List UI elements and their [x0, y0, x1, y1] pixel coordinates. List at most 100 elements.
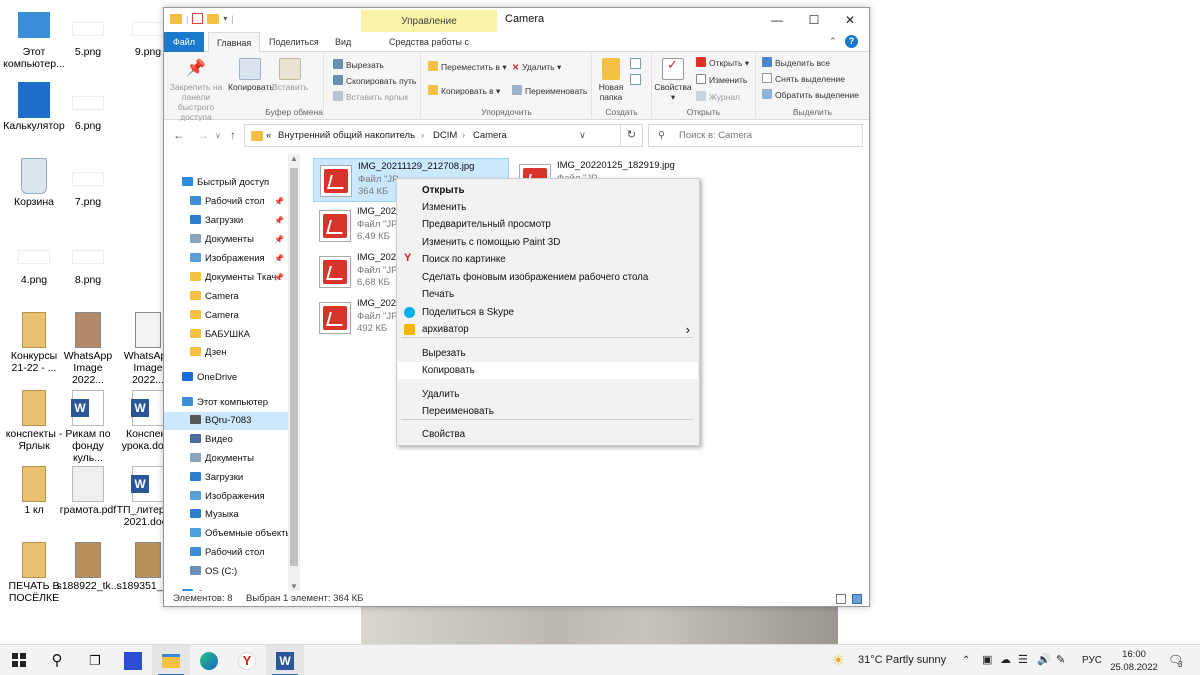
nav-item[interactable]: Документы Ткач 📌 — [164, 269, 288, 287]
context-menu-item[interactable]: Открыть — [398, 182, 698, 199]
context-menu-item[interactable]: Поделиться в Skype — [398, 304, 698, 321]
context-menu-item[interactable]: Удалить — [398, 386, 698, 403]
start-button[interactable] — [0, 645, 38, 675]
new-folder-icon[interactable] — [207, 13, 220, 24]
weather-icon[interactable]: ☀ — [832, 645, 845, 675]
customize-qat-icon[interactable]: ▾ — [223, 14, 227, 23]
properties-icon[interactable] — [192, 13, 204, 24]
details-view-icon[interactable] — [836, 594, 846, 604]
navigation-scrollbar[interactable]: ▲ ▼ — [288, 154, 300, 591]
forward-arrow-icon[interactable]: → — [197, 128, 209, 142]
address-dropdown-icon[interactable]: ∨ — [579, 125, 586, 146]
recent-locations-icon[interactable]: ∨ — [215, 131, 221, 140]
edit-button[interactable]: Изменить — [696, 73, 747, 87]
scroll-down-icon[interactable]: ▼ — [290, 582, 298, 591]
tab-home[interactable]: Главная — [208, 32, 261, 53]
nav-item[interactable]: Этот компьютер — [164, 394, 288, 412]
scroll-up-icon[interactable]: ▲ — [290, 154, 298, 163]
context-menu-item[interactable]: Вырезать — [398, 345, 698, 362]
nav-item[interactable]: Загрузки 📌 — [164, 212, 288, 230]
invert-selection-button[interactable]: Обратить выделение — [762, 88, 859, 102]
network-icon[interactable]: ☰ — [1018, 645, 1028, 675]
volume-icon[interactable]: 🔊 — [1037, 645, 1051, 675]
rename-button[interactable]: Переименовать — [512, 84, 587, 98]
desktop-icon-6png[interactable]: 6.png — [56, 82, 120, 132]
address-overflow[interactable]: « — [266, 125, 271, 146]
close-button[interactable]: ✕ — [832, 10, 868, 30]
nav-item[interactable]: Быстрый доступ — [164, 174, 288, 192]
open-button[interactable]: Открыть ▾ — [696, 56, 749, 70]
copy-to-button[interactable]: Копировать в ▾ — [428, 84, 500, 98]
nav-item[interactable]: Загрузки — [164, 469, 288, 487]
context-menu-item[interactable]: Изменить — [398, 199, 698, 216]
context-menu-item[interactable]: Печать — [398, 286, 698, 303]
nav-item[interactable]: OneDrive — [164, 369, 288, 387]
nav-item[interactable]: Музыка — [164, 506, 288, 524]
move-to-button[interactable]: Переместить в ▾ — [428, 60, 507, 74]
taskbar-edge[interactable] — [190, 645, 228, 675]
tab-view[interactable]: Вид — [327, 32, 359, 52]
properties-button[interactable]: ✓ Свойства ▾ — [654, 58, 692, 102]
nav-item[interactable]: Рабочий стол 📌 — [164, 193, 288, 211]
context-menu-item[interactable]: Сделать фоновым изображением рабочего ст… — [398, 269, 698, 286]
taskbar-yandex[interactable]: Y — [228, 645, 266, 675]
context-menu-item[interactable]: Предварительный просмотр — [398, 216, 698, 233]
collapse-ribbon-icon[interactable]: ⌃ — [829, 36, 837, 47]
nav-item[interactable]: BQru-7083 — [164, 412, 288, 430]
breadcrumb-camera[interactable]: Camera — [473, 125, 507, 146]
tray-chevron-icon[interactable]: ⌃ — [962, 645, 970, 675]
desktop-icon-7png[interactable]: 7.png — [56, 158, 120, 208]
tab-share[interactable]: Поделиться — [261, 32, 327, 52]
delete-button[interactable]: ✕ Удалить ▾ — [512, 60, 561, 74]
search-taskbar-button[interactable]: ⚲ — [38, 645, 76, 675]
desktop-icon-5png[interactable]: 5.png — [56, 8, 120, 58]
pin-quick-access-button[interactable]: 📌 Закрепить на панели быстрого доступа — [166, 58, 226, 122]
new-item-icon[interactable] — [630, 58, 641, 69]
taskbar-word[interactable]: W — [266, 645, 304, 675]
nav-item[interactable]: Дзен — [164, 344, 288, 362]
tab-file[interactable]: Файл — [164, 32, 204, 52]
breadcrumb-internal-storage[interactable]: Внутренний общий накопитель — [278, 125, 415, 146]
nav-item[interactable]: Изображения 📌 — [164, 250, 288, 268]
onedrive-tray-icon[interactable]: ☁ — [1000, 645, 1011, 675]
nav-item[interactable]: Документы — [164, 450, 288, 468]
nav-item[interactable]: OS (C:) — [164, 563, 288, 581]
address-bar[interactable]: « Внутренний общий накопитель › DCIM › C… — [244, 124, 621, 147]
clock[interactable]: 16:00 25.08.2022 — [1110, 645, 1158, 675]
new-folder-button[interactable]: Новая папка — [594, 58, 628, 102]
nav-item[interactable]: БАБУШКА — [164, 326, 288, 344]
nav-item[interactable]: Camera — [164, 307, 288, 325]
paste-button[interactable]: Вставить — [270, 58, 310, 92]
history-button[interactable]: Журнал — [696, 90, 740, 104]
desktop-icon-gramota[interactable]: грамота.pdf — [56, 466, 120, 516]
task-view-button[interactable]: ❐ — [76, 645, 114, 675]
context-menu-item[interactable]: Y Поиск по картинке — [398, 251, 698, 268]
desktop-icon-8png[interactable]: 8.png — [56, 236, 120, 286]
search-input[interactable]: ⚲ Поиск в: Camera — [648, 124, 863, 147]
tab-picture-tools[interactable]: Средства работы с рисунками — [362, 32, 496, 67]
easy-access-icon[interactable] — [630, 74, 641, 85]
context-menu-item[interactable]: Свойства — [398, 426, 698, 443]
tiles-view-icon[interactable] — [852, 594, 862, 604]
select-none-button[interactable]: Снять выделение — [762, 72, 845, 86]
nav-item[interactable]: Видео — [164, 431, 288, 449]
copy-button[interactable]: Копировать — [228, 58, 274, 92]
desktop-icon-s188922[interactable]: s188922_tk... — [56, 542, 120, 592]
nav-item[interactable]: Camera — [164, 288, 288, 306]
nav-item[interactable]: Рабочий стол — [164, 544, 288, 562]
select-all-button[interactable]: Выделить все — [762, 56, 830, 70]
taskbar-file-explorer[interactable] — [152, 645, 190, 675]
taskbar-app-1[interactable] — [114, 645, 152, 675]
weather-text[interactable]: 31°C Partly sunny — [858, 645, 946, 675]
context-menu-item[interactable]: архиватор › — [398, 321, 698, 338]
back-arrow-icon[interactable]: ← — [173, 128, 185, 142]
context-menu-item[interactable]: Изменить с помощью Paint 3D — [398, 234, 698, 251]
desktop-icon-rikam[interactable]: W Рикам по фонду куль... — [56, 390, 120, 464]
desktop-icon-whatsapp-1[interactable]: WhatsApp Image 2022... — [56, 312, 120, 386]
maximize-button[interactable]: ☐ — [796, 10, 832, 30]
pen-icon[interactable]: ✎ — [1056, 645, 1065, 675]
scrollbar-thumb[interactable] — [290, 168, 298, 566]
context-menu-item[interactable]: Копировать — [398, 362, 698, 379]
up-arrow-icon[interactable]: ↑ — [230, 128, 236, 142]
minimize-button[interactable]: — — [759, 10, 795, 30]
